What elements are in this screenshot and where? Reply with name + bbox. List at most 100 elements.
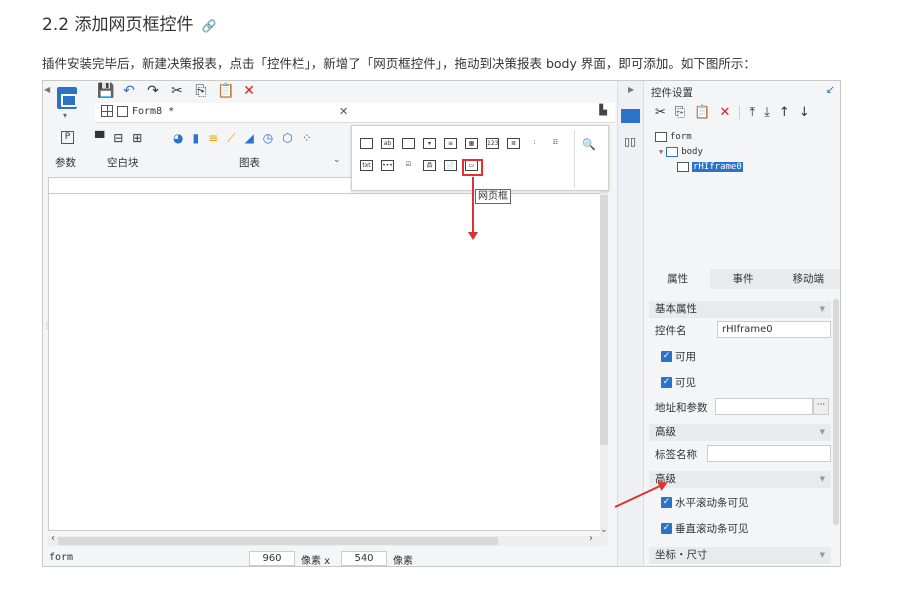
width-input[interactable]: 960 <box>249 551 295 566</box>
blank-block-icons: ▀ ⊟ ⊞ <box>95 131 142 145</box>
tab-properties[interactable]: 属性 <box>645 269 711 289</box>
tree-node-body[interactable]: ▼ body <box>655 144 743 159</box>
pie-chart-icon[interactable]: ◕ <box>173 131 183 146</box>
app-menu-caret-icon[interactable]: ▾ <box>63 111 67 120</box>
section-basic[interactable]: 基本属性 ▼ <box>649 301 831 318</box>
widget-name-input[interactable]: rHIframe0 <box>717 321 831 338</box>
url-input[interactable] <box>715 398 813 415</box>
password-widget-icon[interactable]: ••• <box>381 160 394 171</box>
move-bottom-icon[interactable]: ⤓ <box>764 105 770 120</box>
height-input[interactable]: 540 <box>341 551 387 566</box>
radio-group-icon[interactable]: ⁝ <box>528 138 541 149</box>
line-chart-icon[interactable]: ⟋ <box>227 131 235 146</box>
section-coords-label: 坐标・尺寸 <box>655 549 708 561</box>
pin-icon[interactable]: ↙ <box>826 83 835 96</box>
doc-title: 2.2 添加网页框控件 🔗 <box>42 10 216 35</box>
cut-icon[interactable]: ✂ <box>655 105 666 120</box>
vscroll-checkbox[interactable]: ✓ 垂直滚动条可见 <box>661 521 749 536</box>
redo-icon[interactable]: ↷ <box>145 83 161 99</box>
scroll-down-icon[interactable]: ⌄ <box>600 525 608 535</box>
delete-icon[interactable]: ✕ <box>720 105 731 120</box>
check-icon: ✓ <box>661 497 672 508</box>
tab-close-icon[interactable]: ✕ <box>339 105 348 118</box>
canvas-hscroll[interactable] <box>48 536 606 546</box>
tab-mobile[interactable]: 移动端 <box>775 269 840 289</box>
tag-input[interactable] <box>707 445 831 462</box>
paste-icon[interactable]: 📋 <box>694 105 710 120</box>
enabled-checkbox[interactable]: ✓ 可用 <box>661 349 696 364</box>
checkbox-group-icon[interactable]: ☷ <box>549 138 562 149</box>
delete-icon[interactable]: ✕ <box>241 83 257 99</box>
link-icon[interactable]: 🔗 <box>201 19 216 33</box>
section-advanced-2[interactable]: 高级▼ <box>649 471 831 488</box>
tab-events[interactable]: 事件 <box>710 269 776 289</box>
table-block-icon[interactable]: ⊞ <box>132 131 142 145</box>
textarea-widget-icon[interactable]: ≣ <box>507 138 520 149</box>
section-basic-label: 基本属性 <box>655 303 697 315</box>
tree-iframe-label: rHIframe0 <box>692 161 743 172</box>
gauge-chart-icon[interactable]: ◷ <box>263 131 273 146</box>
param-icon[interactable]: P <box>61 131 74 144</box>
scroll-right-icon[interactable]: › <box>589 533 593 544</box>
copy-icon[interactable]: ⎘ <box>675 105 685 120</box>
undo-icon[interactable]: ↶ <box>121 83 137 99</box>
textbox-widget-icon[interactable]: ab <box>381 138 394 149</box>
number-widget-icon[interactable]: 123 <box>486 138 499 149</box>
cut-icon[interactable]: ✂ <box>169 83 185 99</box>
url-edit-button[interactable]: ··· <box>813 398 829 415</box>
scroll-left-icon[interactable]: ‹ <box>51 533 55 544</box>
radar-chart-icon[interactable]: ⬡ <box>282 131 292 146</box>
date-widget-icon[interactable]: ▦ <box>465 138 478 149</box>
list-widget-icon[interactable]: ≡ <box>444 138 457 149</box>
widget-settings-tab-icon[interactable] <box>621 109 640 123</box>
file-widget-icon[interactable]: 📄 <box>444 160 457 171</box>
move-up-icon[interactable]: ↑ <box>779 105 790 120</box>
hscroll-thumb[interactable] <box>58 537 498 545</box>
expand-arrow-icon[interactable]: ▶ <box>628 85 634 94</box>
check-icon: ✓ <box>661 377 672 388</box>
combo-widget-icon[interactable]: ▾ <box>423 138 436 149</box>
section-advanced-1[interactable]: 高级 ▼ <box>649 424 831 441</box>
tab-form8[interactable]: Form8 * <box>101 105 174 117</box>
split-block-icon[interactable]: ⊟ <box>113 131 123 145</box>
app-menu-icon[interactable] <box>57 87 77 109</box>
bar-chart-icon[interactable]: ▮ <box>192 131 199 146</box>
panel-toolbar: ✂ ⎘ 📋 ✕ ⤒ ⤓ ↑ ↓ <box>655 105 810 120</box>
layout-tab-icon[interactable]: ▯▯ <box>624 135 636 148</box>
hscroll-checkbox[interactable]: ✓ 水平滚动条可见 <box>661 495 749 510</box>
scatter-chart-icon[interactable]: ⁘ <box>302 131 312 146</box>
copy-icon[interactable]: ⎘ <box>193 83 209 99</box>
status-form-label: form <box>49 552 74 563</box>
label-widget-icon[interactable] <box>360 138 373 149</box>
vscroll-thumb[interactable] <box>600 195 608 445</box>
tree-node-iframe[interactable]: rHIframe0 <box>655 159 743 174</box>
widget-settings-panel: 控件设置 ↙ ✂ ⎘ 📋 ✕ ⤒ ⤓ ↑ ↓ form ▼ body rHIfra… <box>645 81 840 566</box>
panel-scrollbar[interactable] <box>833 299 839 525</box>
save-icon[interactable]: 💾 <box>97 83 114 99</box>
visible-checkbox[interactable]: ✓ 可见 <box>661 375 696 390</box>
tree-form-label: form <box>670 131 692 142</box>
chart-more-icon[interactable]: ⌄ <box>333 155 341 165</box>
tab-menu-icon[interactable]: ▙ <box>599 105 607 116</box>
button-widget-icon[interactable] <box>402 138 415 149</box>
collapse-left-icon[interactable]: ◀ <box>44 85 50 94</box>
search-widget-icon[interactable]: 🔍 <box>582 138 596 151</box>
tree-combo-icon[interactable]: txt <box>360 160 373 171</box>
section-coords[interactable]: 坐标・尺寸 ▼ <box>649 547 831 564</box>
tree-expand-icon[interactable]: ▼ <box>659 148 663 156</box>
move-top-icon[interactable]: ⤒ <box>749 105 755 120</box>
hbar-chart-icon[interactable]: ≡ <box>208 131 218 146</box>
block-icon[interactable]: ▀ <box>95 131 104 145</box>
canvas-vscroll[interactable] <box>600 187 608 542</box>
body-canvas[interactable] <box>48 193 606 531</box>
splitter-handle-icon[interactable]: ⋮ <box>43 321 51 330</box>
height-unit: 像素 <box>393 556 413 567</box>
chevron-down-icon: ▼ <box>819 428 825 436</box>
checkbox-widget-icon[interactable]: ☑ <box>402 160 415 171</box>
area-chart-icon[interactable]: ◢ <box>245 131 254 146</box>
tree-node-form[interactable]: form <box>655 129 743 144</box>
paste-icon[interactable]: 📋 <box>217 83 234 99</box>
tree-widget-icon[interactable]: 品 <box>423 160 436 171</box>
ribbon-params-label: 参数 <box>55 157 76 169</box>
move-down-icon[interactable]: ↓ <box>799 105 810 120</box>
